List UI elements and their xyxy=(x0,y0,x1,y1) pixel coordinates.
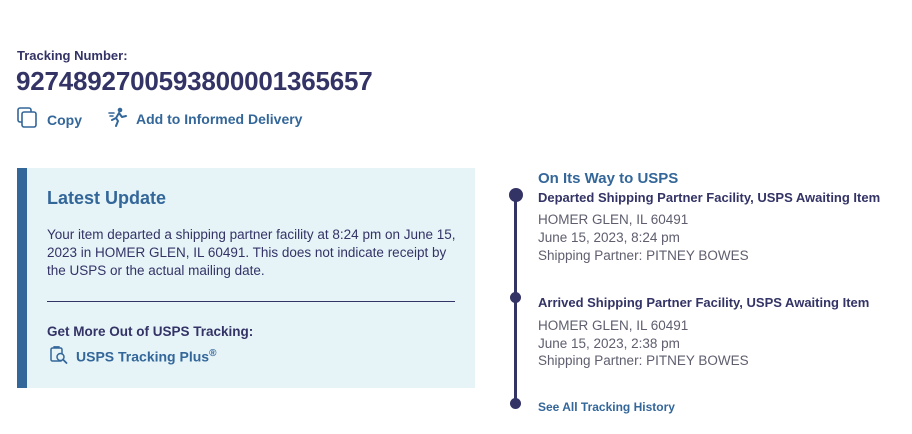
event-partner: Shipping Partner: PITNEY BOWES xyxy=(538,353,749,368)
tracking-number-label: Tracking Number: xyxy=(17,48,128,63)
timeline-dot-current xyxy=(509,188,523,202)
event-datetime: June 15, 2023, 2:38 pm xyxy=(538,336,680,351)
copy-button[interactable]: Copy xyxy=(17,107,82,132)
tracking-plus-label: USPS Tracking Plus xyxy=(76,348,210,365)
card-accent-bar xyxy=(17,168,27,388)
event-location: HOMER GLEN, IL 60491 xyxy=(538,212,689,227)
usps-tracking-plus-link[interactable]: USPS Tracking Plus® xyxy=(50,346,216,367)
timeline-dot xyxy=(510,292,521,303)
copy-icon xyxy=(17,107,39,132)
event-title: Departed Shipping Partner Facility, USPS… xyxy=(538,190,881,205)
timeline-dot xyxy=(510,398,521,409)
see-all-tracking-history-link[interactable]: See All Tracking History xyxy=(538,400,675,414)
event-partner: Shipping Partner: PITNEY BOWES xyxy=(538,248,749,263)
copy-label: Copy xyxy=(47,111,82,128)
tracking-number: 9274892700593800001365657 xyxy=(16,66,373,96)
add-to-informed-delivery-button[interactable]: Add to Informed Delivery xyxy=(108,107,302,130)
registered-mark: ® xyxy=(209,348,217,360)
informed-delivery-icon xyxy=(108,107,128,130)
event-title: Arrived Shipping Partner Facility, USPS … xyxy=(538,295,870,310)
tracking-plus-icon xyxy=(50,346,68,367)
card-divider xyxy=(47,301,455,302)
latest-update-card: Latest Update Your item departed a shipp… xyxy=(17,168,475,388)
informed-delivery-label: Add to Informed Delivery xyxy=(136,110,303,127)
more-tracking-title: Get More Out of USPS Tracking: xyxy=(47,324,254,339)
event-location: HOMER GLEN, IL 60491 xyxy=(538,318,689,333)
event-datetime: June 15, 2023, 8:24 pm xyxy=(538,230,680,245)
latest-update-title: Latest Update xyxy=(47,188,167,208)
tracking-status-title: On Its Way to USPS xyxy=(538,170,679,187)
latest-update-text: Your item departed a shipping partner fa… xyxy=(47,227,456,278)
